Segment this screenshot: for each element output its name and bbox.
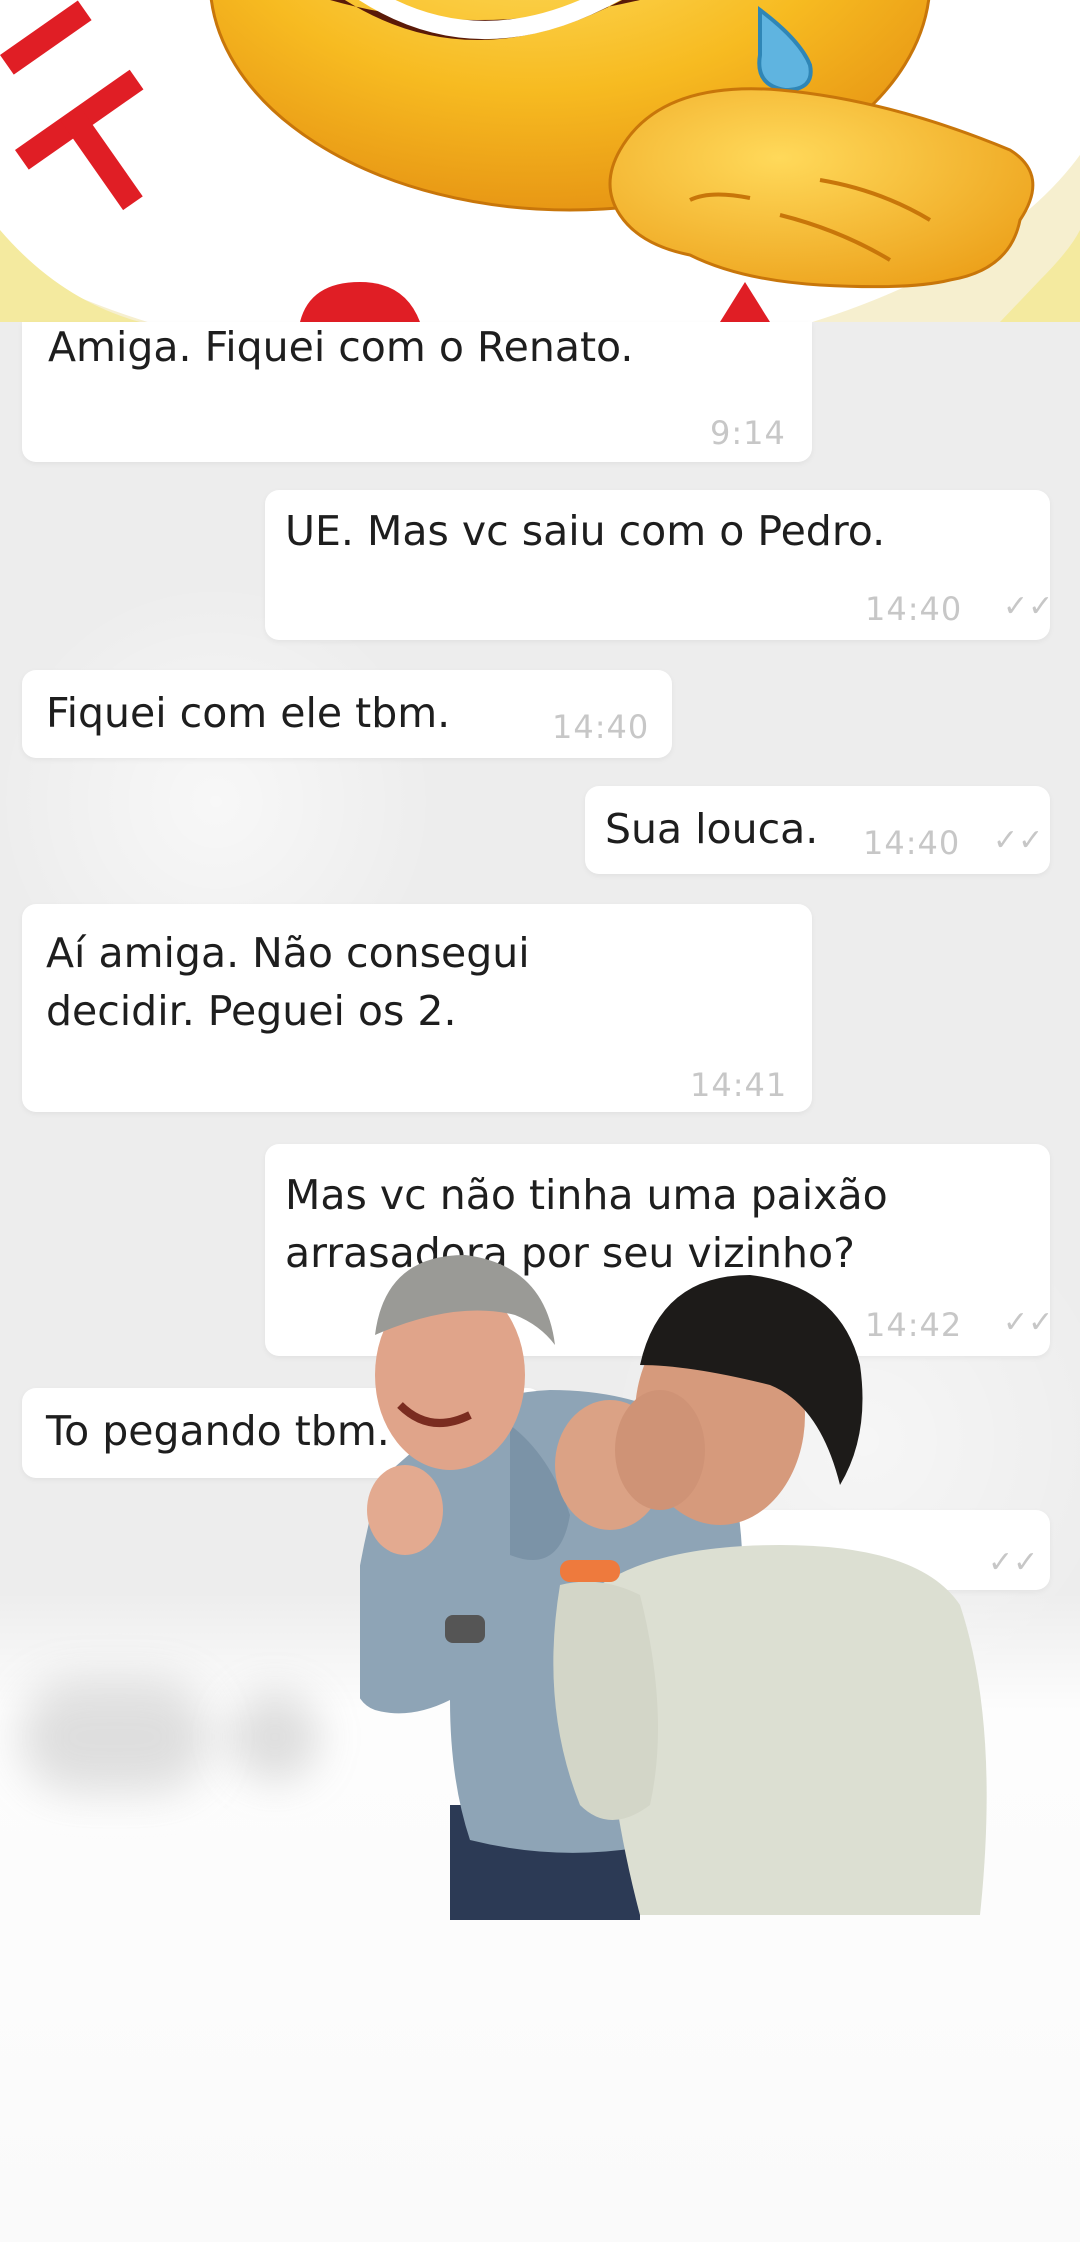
man-right: [553, 1275, 987, 1915]
blurred-shape: [230, 1692, 320, 1782]
message-text-line-2: decidir. Peguei os 2.: [46, 987, 457, 1035]
blurred-shape: [20, 1682, 210, 1792]
emoji-banner: [0, 0, 1080, 322]
message-time: 14:40: [863, 824, 961, 862]
message-time: 14:40: [552, 708, 650, 746]
double-check-icon: ✓✓: [1003, 589, 1054, 624]
message-text: Sua louca.: [605, 805, 819, 853]
message-time: 9:14: [710, 414, 786, 452]
message-bubble-incoming[interactable]: Aí amiga. Não consegui decidir. Peguei o…: [22, 904, 812, 1112]
message-text: Fiquei com ele tbm.: [46, 689, 451, 737]
laughing-men-photo: [360, 1255, 987, 1920]
message-time: 14:40: [865, 590, 963, 628]
message-text-line-1: Mas vc não tinha uma paixão: [285, 1171, 888, 1219]
double-check-icon: ✓✓: [993, 823, 1044, 858]
message-bubble-incoming[interactable]: Amiga. Fiquei com o Renato. 9:14: [22, 322, 812, 462]
message-time: 14:41: [690, 1066, 788, 1104]
message-bubble-outgoing[interactable]: UE. Mas vc saiu com o Pedro. 14:40 ✓✓: [265, 490, 1054, 640]
message-bubble-outgoing[interactable]: Sua louca. 14:40 ✓✓: [585, 786, 1050, 874]
message-text: To pegando tbm.: [46, 1407, 390, 1455]
message-text: UE. Mas vc saiu com o Pedro.: [285, 507, 886, 555]
message-bubble-incoming[interactable]: Fiquei com ele tbm. 14:40: [22, 670, 672, 758]
message-text-line-1: Aí amiga. Não consegui: [46, 929, 530, 977]
message-text: Amiga. Fiquei com o Renato.: [48, 323, 634, 371]
laughing-crying-emoji-icon: [0, 0, 1080, 322]
